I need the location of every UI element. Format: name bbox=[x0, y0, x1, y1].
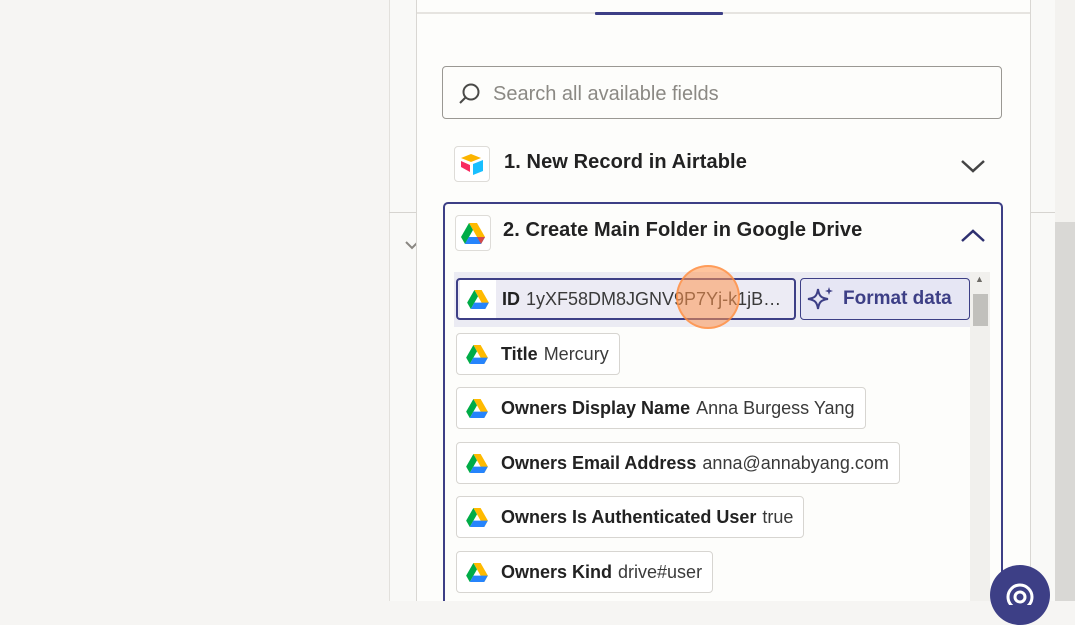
field-key: Owners Display Name bbox=[501, 397, 691, 418]
field-pill-owners-kind[interactable]: Owners Kind drive#user bbox=[456, 551, 714, 593]
chevron-up-icon[interactable] bbox=[959, 226, 987, 246]
chevron-down-icon[interactable] bbox=[959, 156, 987, 176]
google-drive-icon bbox=[459, 443, 495, 483]
google-drive-icon bbox=[459, 388, 495, 428]
google-drive-icon bbox=[459, 497, 495, 537]
field-pill-owners-is-authenticated[interactable]: Owners Is Authenticated User true bbox=[456, 496, 805, 538]
help-button[interactable] bbox=[990, 565, 1050, 625]
format-data-button[interactable]: Format data bbox=[800, 278, 970, 320]
field-value: true bbox=[762, 506, 794, 527]
google-drive-icon bbox=[459, 552, 495, 592]
search-icon bbox=[457, 82, 481, 106]
field-value: Mercury bbox=[543, 343, 609, 364]
field-pill-id[interactable]: ID 1yXF58DM8JGNV9P7Yj-k1jB… bbox=[456, 278, 796, 320]
field-pill-owners-display-name[interactable]: Owners Display Name Anna Burgess Yang bbox=[456, 387, 866, 429]
active-tab-indicator bbox=[595, 12, 723, 15]
tab-bar bbox=[417, 12, 1030, 14]
help-icon bbox=[1006, 583, 1034, 611]
airtable-logo bbox=[454, 146, 490, 182]
field-list-scrollbar[interactable]: ▲ ▼ bbox=[970, 272, 990, 601]
page-scrollbar-thumb[interactable] bbox=[1055, 222, 1075, 601]
field-value: 1yXF58DM8JGNV9P7Yj-k1jB… bbox=[526, 288, 782, 309]
field-value: anna@annabyang.com bbox=[702, 452, 889, 473]
field-pill-title[interactable]: Title Mercury bbox=[456, 333, 620, 375]
step-2-card: 2. Create Main Folder in Google Drive ID… bbox=[443, 202, 1003, 601]
step-1-title: 1. New Record in Airtable bbox=[504, 151, 747, 173]
field-list-scrollbar-thumb[interactable] bbox=[973, 294, 988, 326]
step-2-title: 2. Create Main Folder in Google Drive bbox=[503, 219, 863, 241]
field-value: drive#user bbox=[618, 561, 703, 582]
google-drive-icon bbox=[460, 280, 496, 318]
sparkle-icon bbox=[807, 287, 833, 310]
google-drive-logo bbox=[455, 215, 491, 251]
field-key: Title bbox=[501, 343, 538, 364]
field-key: Owners Kind bbox=[501, 561, 613, 582]
google-drive-icon bbox=[459, 334, 495, 374]
field-key: ID bbox=[502, 288, 520, 309]
search-input[interactable] bbox=[491, 79, 975, 109]
field-key: Owners Email Address bbox=[501, 452, 697, 473]
search-field[interactable] bbox=[442, 66, 1002, 119]
step-1-header[interactable]: 1. New Record in Airtable bbox=[442, 131, 1002, 195]
field-pill-owners-email[interactable]: Owners Email Address anna@annabyang.com bbox=[456, 442, 900, 484]
click-cursor-highlight bbox=[676, 265, 740, 329]
page-scrollbar[interactable] bbox=[1055, 0, 1075, 601]
scroll-up-arrow-icon[interactable]: ▲ bbox=[975, 274, 984, 284]
field-value: Anna Burgess Yang bbox=[696, 397, 855, 418]
field-key: Owners Is Authenticated User bbox=[501, 506, 757, 527]
format-data-label: Format data bbox=[843, 288, 952, 309]
